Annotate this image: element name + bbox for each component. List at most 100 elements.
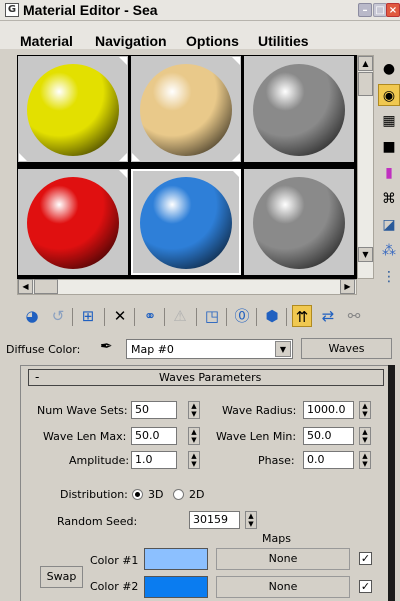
sibling-navigation-icon[interactable]: ⚯ xyxy=(344,305,364,327)
assign-material-icon[interactable]: ⊞ xyxy=(78,305,98,327)
close-button[interactable]: × xyxy=(386,3,400,17)
amplitude-spinner[interactable]: ▲ ▼ xyxy=(188,451,200,469)
show-map-in-viewport-icon[interactable]: ⓪ xyxy=(232,305,252,327)
slot-corner-marker xyxy=(119,57,127,65)
distribution-2d-radio[interactable] xyxy=(173,489,184,500)
material-map-navigator-icon[interactable]: ⋮ xyxy=(378,266,400,288)
maximize-button[interactable]: □ xyxy=(373,3,387,17)
show-end-result-icon[interactable]: ⬢ xyxy=(262,305,282,327)
wave-len-min-input[interactable]: 50.0 xyxy=(303,427,354,445)
wave-len-max-input[interactable]: 50.0 xyxy=(131,427,177,445)
color1-map-checkbox[interactable]: ✓ xyxy=(359,552,372,565)
material-sphere xyxy=(253,177,345,269)
color2-label: Color #2 xyxy=(90,580,139,593)
put-material-icon[interactable]: ↺ xyxy=(48,305,68,327)
sample-slot-6[interactable] xyxy=(243,168,355,276)
background-checker-icon[interactable]: ▦ xyxy=(378,110,400,132)
minimize-button[interactable]: – xyxy=(358,3,372,17)
distribution-2d-label: 2D xyxy=(189,488,205,501)
slots-horizontal-scrollbar[interactable]: ◀ ▶ xyxy=(17,279,357,295)
num-wave-sets-label: Num Wave Sets: xyxy=(37,404,128,417)
make-unique-icon[interactable]: ⚭ xyxy=(140,305,160,327)
select-by-material-icon[interactable]: ⁂ xyxy=(378,240,400,262)
wave-radius-label: Wave Radius: xyxy=(222,404,297,417)
scroll-right-arrow-icon[interactable]: ▶ xyxy=(340,279,355,294)
wave-len-max-label: Wave Len Max: xyxy=(43,430,127,443)
random-seed-spinner[interactable]: ▲ ▼ xyxy=(245,511,257,529)
random-seed-input[interactable]: 30159 xyxy=(189,511,240,529)
go-to-parent-icon[interactable]: ⇈ xyxy=(292,305,312,327)
sample-slots xyxy=(17,55,357,279)
rollout-scrollbar[interactable] xyxy=(388,365,395,601)
wave-radius-input[interactable]: 1000.0 xyxy=(303,401,354,419)
menu-navigation[interactable]: Navigation xyxy=(95,33,167,49)
menu-bar: Material Navigation Options Utilities xyxy=(0,21,400,49)
window-title: Material Editor - Sea xyxy=(23,2,158,18)
chevron-down-icon[interactable]: ▼ xyxy=(275,341,291,357)
wave-len-min-label: Wave Len Min: xyxy=(216,430,297,443)
get-material-icon[interactable]: ◕ xyxy=(22,305,42,327)
menu-utilities[interactable]: Utilities xyxy=(258,33,309,49)
color1-map-button[interactable]: None xyxy=(216,548,350,570)
title-bar: G Material Editor - Sea – □ × xyxy=(0,0,400,21)
wave-len-max-spinner[interactable]: ▲ ▼ xyxy=(188,427,200,445)
scroll-left-arrow-icon[interactable]: ◀ xyxy=(18,279,33,294)
sample-slot-1[interactable] xyxy=(17,55,129,163)
map-name-combo[interactable]: Map #0 ▼ xyxy=(126,339,293,359)
menu-material[interactable]: Material xyxy=(20,33,73,49)
wave-radius-spinner[interactable]: ▲ ▼ xyxy=(359,401,371,419)
slot-corner-marker xyxy=(119,170,127,178)
sample-slot-4[interactable] xyxy=(17,168,129,276)
video-color-check-icon[interactable]: ▮ xyxy=(378,162,400,184)
material-sphere xyxy=(27,177,119,269)
num-wave-sets-input[interactable]: 50 xyxy=(131,401,177,419)
sample-type-sphere-icon[interactable]: ● xyxy=(378,58,400,80)
color2-map-checkbox[interactable]: ✓ xyxy=(359,580,372,593)
toolbar-separator xyxy=(256,308,257,326)
rollout-title: Waves Parameters xyxy=(159,371,262,384)
go-forward-to-sibling-icon[interactable]: ⇄ xyxy=(318,305,338,327)
reset-map-icon[interactable]: ✕ xyxy=(110,305,130,327)
maps-header: Maps xyxy=(262,532,291,545)
sample-slot-2[interactable] xyxy=(130,55,242,163)
scroll-thumb[interactable] xyxy=(358,72,373,96)
num-wave-sets-spinner[interactable]: ▲ ▼ xyxy=(188,401,200,419)
rollout-header[interactable]: - Waves Parameters xyxy=(28,369,384,386)
color2-map-button[interactable]: None xyxy=(216,576,350,598)
menu-options[interactable]: Options xyxy=(186,33,239,49)
color2-swatch[interactable] xyxy=(144,576,208,598)
backlight-icon[interactable]: ◉ xyxy=(378,84,400,106)
map-name-value: Map #0 xyxy=(131,343,174,356)
phase-input[interactable]: 0.0 xyxy=(303,451,354,469)
distribution-3d-radio[interactable] xyxy=(132,489,143,500)
toolbar-separator xyxy=(134,308,135,326)
slot-corner-marker xyxy=(232,153,240,161)
toolbar-separator xyxy=(104,308,105,326)
toolbar-separator xyxy=(196,308,197,326)
slot-corner-marker xyxy=(232,170,240,178)
wave-len-min-spinner[interactable]: ▲ ▼ xyxy=(359,427,371,445)
options-icon[interactable]: ◪ xyxy=(378,214,400,236)
slot-corner-marker xyxy=(232,57,240,65)
rollout-toggle[interactable]: - xyxy=(35,370,39,384)
sample-slot-5[interactable] xyxy=(130,168,242,276)
color1-swatch[interactable] xyxy=(144,548,208,570)
map-type-button[interactable]: Waves xyxy=(301,338,392,359)
amplitude-input[interactable]: 1.0 xyxy=(131,451,177,469)
scroll-down-arrow-icon[interactable]: ▼ xyxy=(358,247,373,262)
distribution-3d-label: 3D xyxy=(148,488,164,501)
amplitude-label: Amplitude: xyxy=(69,454,130,467)
put-to-library-icon[interactable]: ⚠ xyxy=(170,305,190,327)
pick-material-eyedropper-icon[interactable]: ✒ xyxy=(100,337,113,355)
make-preview-icon[interactable]: ⌘ xyxy=(378,188,400,210)
sample-uv-tiling-icon[interactable]: ■ xyxy=(378,136,400,158)
slot-corner-marker xyxy=(119,153,127,161)
material-sphere xyxy=(27,64,119,156)
sample-slot-3[interactable] xyxy=(243,55,355,163)
slots-vertical-scrollbar[interactable]: ▲ ▼ xyxy=(357,55,374,279)
material-effects-channel-icon[interactable]: ◳ xyxy=(202,305,222,327)
scroll-thumb[interactable] xyxy=(34,279,58,294)
phase-spinner[interactable]: ▲ ▼ xyxy=(359,451,371,469)
scroll-up-arrow-icon[interactable]: ▲ xyxy=(358,56,373,71)
swap-button[interactable]: Swap xyxy=(40,566,83,588)
